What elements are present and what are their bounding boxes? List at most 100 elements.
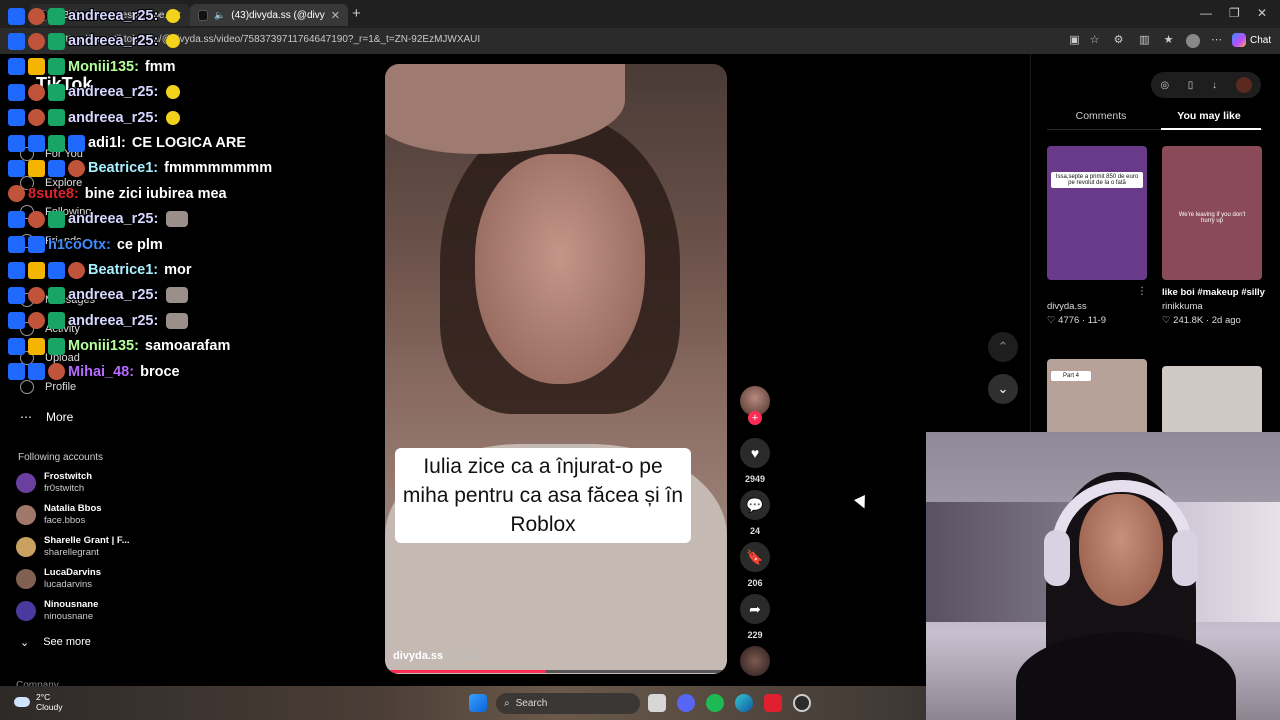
follow-plus-button[interactable]: + (748, 411, 762, 425)
chevron-down-icon: ⌄ (997, 381, 1009, 396)
weather-condition: Cloudy (36, 702, 63, 712)
chat-message: Beatrice1: fmmmmmmmm (8, 156, 272, 180)
task-view-icon[interactable] (648, 694, 666, 712)
chat-label: Chat (1250, 34, 1272, 46)
minimize-icon[interactable]: — (1200, 6, 1212, 20)
emote-icon (166, 211, 189, 228)
card-author[interactable]: divyda.ss (1047, 300, 1106, 314)
tab-you-may-like[interactable]: You may like (1159, 110, 1259, 122)
recommended-video-thumbnail[interactable]: We're leaving if you don't hurry up (1162, 146, 1262, 280)
recommended-video-thumbnail[interactable]: Issa,septe a primit 850 de euro pe revol… (1047, 146, 1147, 280)
comment-icon: 💬 (746, 497, 764, 513)
account-name: Sharelle Grant | F... (44, 535, 130, 546)
see-more-label: See more (43, 636, 91, 648)
windows-start-icon[interactable] (469, 694, 487, 712)
new-tab-button[interactable]: + (352, 5, 361, 22)
download-icon[interactable]: ↓ (1212, 80, 1217, 91)
copilot-icon (1232, 33, 1246, 47)
sword-badge-icon (8, 236, 25, 254)
copilot-chat-button[interactable]: Chat (1232, 33, 1271, 47)
following-account[interactable]: Sharelle Grant | F... sharellegrant (16, 534, 156, 560)
share-icon: ➦ (749, 601, 761, 617)
maximize-icon[interactable]: ❐ (1229, 6, 1240, 20)
cat-badge-icon (28, 312, 45, 330)
next-video-button[interactable]: ⌄ (988, 374, 1018, 404)
music-disc[interactable] (740, 646, 770, 676)
compass-icon[interactable]: ◎ (1160, 80, 1169, 91)
thumbnail-caption: Issa,septe a primit 850 de euro pe revol… (1051, 172, 1143, 188)
sword-badge-icon (8, 337, 25, 355)
chat-message: andreea_r25: (8, 207, 189, 231)
cat-badge-icon (28, 210, 45, 228)
close-icon[interactable]: ✕ (331, 9, 340, 22)
chat-username: Moniii135: (68, 338, 139, 355)
chat-text: fmm (144, 58, 176, 75)
search-icon: ⌕ (504, 698, 510, 709)
chat-message: 8sute8: bine zici iubirea mea (8, 182, 227, 206)
following-account[interactable]: Ninousnane ninousnane (16, 598, 156, 624)
video-author[interactable]: divyda.ss · 1d ago (393, 650, 483, 662)
favorite-icon[interactable]: ☆ (1088, 34, 1101, 47)
save-button[interactable]: 🔖 (740, 542, 770, 572)
chevron-down-icon: ⌄ (20, 637, 30, 649)
recommended-video-thumbnail[interactable] (1162, 366, 1262, 436)
sword-badge-icon (8, 261, 25, 279)
crown-badge-icon (28, 261, 45, 279)
sword-badge-icon (8, 210, 25, 228)
avatar (16, 601, 36, 621)
following-account[interactable]: LucaDarvins lucadarvins (16, 566, 156, 592)
video-progress-bar[interactable] (389, 670, 723, 673)
close-window-icon[interactable]: ✕ (1257, 6, 1267, 20)
chat-text: broce (140, 363, 180, 380)
chat-message: andreea_r25: (8, 106, 181, 130)
edge-icon[interactable] (735, 694, 753, 712)
favorites-icon[interactable]: ★ (1162, 34, 1175, 47)
card-title[interactable]: like boi #makeup #silly (1162, 286, 1272, 300)
browser-tab-2[interactable]: 🔈 (43)divyda.ss (@divyda.ss)'s v ✕ (190, 4, 348, 26)
player-tools: ◎ ▯ ↓ (1151, 72, 1261, 98)
chat-text: bine zici iubirea mea (84, 185, 227, 202)
following-account[interactable]: Natalia Bbos face.bbos (16, 502, 156, 528)
previous-video-button[interactable]: ⌃ (988, 332, 1018, 362)
taskbar-search[interactable]: ⌕ Search (496, 693, 640, 714)
weather-widget[interactable]: 2°C Cloudy (14, 692, 62, 712)
cat-badge-icon (28, 83, 45, 101)
tab-comments[interactable]: Comments (1051, 110, 1151, 122)
app-icon[interactable] (764, 694, 782, 712)
comment-button[interactable]: 💬 (740, 490, 770, 520)
split-screen-icon[interactable]: ▣ (1068, 34, 1081, 47)
avatar[interactable] (1235, 77, 1252, 93)
chat-username: andreea_r25: (68, 312, 159, 329)
sword-badge-icon (8, 7, 25, 25)
discord-icon[interactable] (677, 694, 695, 712)
extensions-icon[interactable]: ⚙ (1112, 34, 1125, 47)
see-more-button[interactable]: ⌄ See more (20, 636, 91, 649)
webcam-person-body (1016, 632, 1236, 720)
profile-avatar[interactable] (1186, 34, 1200, 48)
speaker-icon[interactable]: 🔈 (214, 10, 225, 21)
split-icon[interactable]: ▥ (1138, 34, 1151, 47)
video-player[interactable]: Iulia zice ca a înjurat-o pe miha pentru… (385, 64, 727, 674)
more-label: More (46, 410, 74, 424)
share-button[interactable]: ➦ (740, 594, 770, 624)
phone-icon[interactable]: ▯ (1188, 80, 1194, 91)
following-account[interactable]: Frostwitch fr0stwitch (16, 470, 156, 496)
recommended-video-thumbnail[interactable]: Part 4 (1047, 359, 1147, 439)
like-button[interactable]: ♥ (740, 438, 770, 468)
obs-icon[interactable] (793, 694, 811, 712)
emote-icon (166, 312, 189, 329)
og-badge-icon (28, 236, 45, 254)
more-options-icon[interactable]: ⋮ (1137, 286, 1147, 297)
active-tab-indicator (1161, 128, 1261, 130)
menu-icon[interactable]: ⋯ (1210, 34, 1223, 47)
search-placeholder: Search (515, 698, 548, 709)
recommended-video-info: divyda.ss ♡ 4776 · 11-9 (1047, 300, 1107, 326)
spotify-icon[interactable] (706, 694, 724, 712)
more-button[interactable]: ⋯ More (20, 410, 73, 424)
crown-badge-icon (28, 159, 45, 177)
headphone-earcup-right (1172, 530, 1198, 586)
sword-badge-icon (8, 159, 25, 177)
avatar (16, 473, 36, 493)
card-author[interactable]: rinikkuma (1162, 300, 1272, 314)
account-name: Frostwitch (44, 471, 93, 482)
